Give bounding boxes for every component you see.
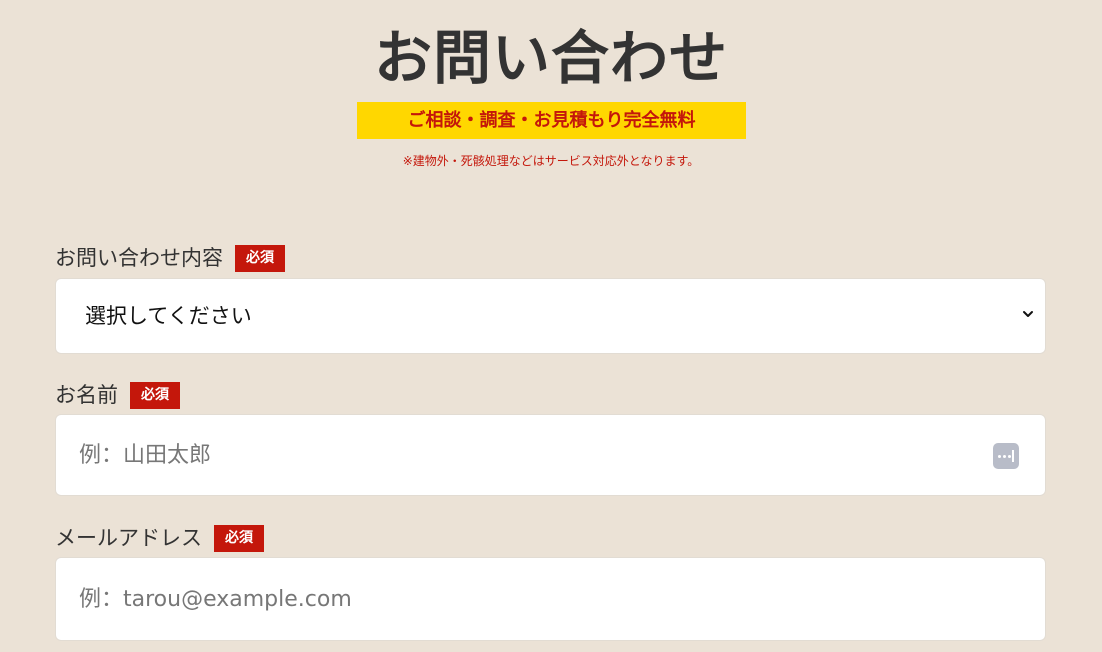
inquiry-label-row: お問い合わせ内容 必須 [55,244,285,272]
page-title: お問い合わせ [373,24,728,92]
inquiry-select-value: 選択してください [85,304,252,328]
email-label: メールアドレス [55,526,202,550]
required-badge: 必須 [214,524,264,552]
name-field-container [55,414,1046,496]
name-input[interactable] [56,415,1045,495]
name-label-row: お名前 必須 [55,381,180,409]
email-label-row: メールアドレス 必須 [55,524,264,552]
required-badge: 必須 [235,244,285,272]
inquiry-select[interactable]: 選択してください [55,278,1046,354]
free-consultation-badge: ご相談・調査・お見積もり完全無料 [357,102,746,139]
name-label: お名前 [55,383,118,407]
required-badge: 必須 [130,381,180,409]
inquiry-label: お問い合わせ内容 [55,246,223,270]
email-input[interactable] [56,558,1045,640]
service-note: ※建物外・死骸処理などはサービス対応外となります。 [402,154,700,168]
autofill-icon[interactable] [993,443,1019,469]
email-field-container [55,557,1046,641]
chevron-down-icon [1023,311,1033,317]
